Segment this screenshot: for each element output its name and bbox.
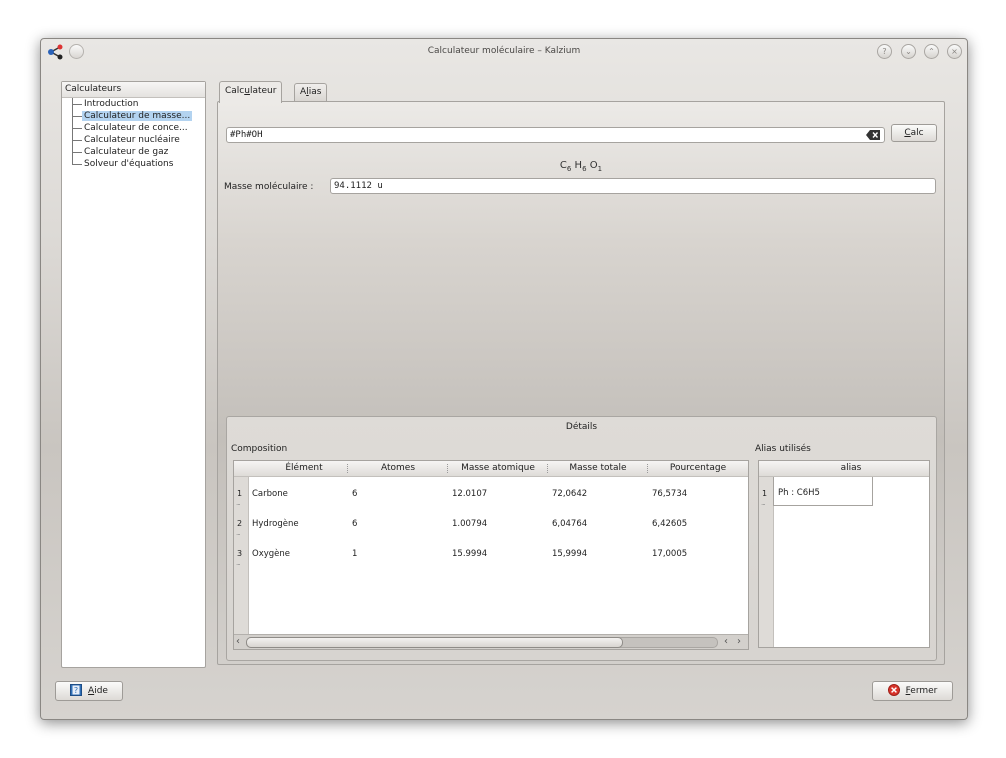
cell-atoms[interactable]: 1 <box>352 549 357 559</box>
formula-display: C6 H6 O1 <box>559 160 603 173</box>
col-element[interactable]: Élément <box>254 461 354 476</box>
scroll-left-icon[interactable]: ‹ <box>236 636 240 647</box>
cell-element[interactable]: Hydrogène <box>252 519 299 529</box>
col-alias[interactable]: alias <box>773 461 929 476</box>
title-bar[interactable]: Calculateur moléculaire – Kalzium ? ⌄ ⌃ … <box>41 39 967 65</box>
cell-total-mass[interactable]: 15,9994 <box>552 549 587 559</box>
cell-atoms[interactable]: 6 <box>352 519 357 529</box>
tree-item-concentration-calculator[interactable]: Calculateur de conce... <box>62 122 205 134</box>
close-icon <box>887 683 900 696</box>
formula-input[interactable]: #Ph#OH <box>226 127 885 143</box>
cell-atomic-mass[interactable]: 12.0107 <box>452 489 487 499</box>
cell-percentage[interactable]: 76,5734 <box>652 489 687 499</box>
row-number[interactable]: 3 <box>237 549 242 558</box>
tree-header: Calculateurs <box>62 82 205 98</box>
calculators-tree[interactable]: Calculateurs Introduction Calculateur de… <box>61 81 206 668</box>
composition-table-header: Élément Atomes Masse atomique Masse tota… <box>234 461 748 477</box>
molecular-mass-field[interactable]: 94.1112 u <box>330 178 936 194</box>
horizontal-scrollbar[interactable]: ‹ ‹ › <box>234 634 748 649</box>
alias-table-header: alias <box>759 461 929 477</box>
calculator-tab-pane: #Ph#OH Calc C6 H6 O1 Masse moléculaire :… <box>217 101 945 665</box>
col-total-mass[interactable]: Masse totale <box>548 461 648 476</box>
close-window-button[interactable]: × <box>947 44 962 59</box>
help-button[interactable]: ? Aide <box>55 681 123 701</box>
col-atoms[interactable]: Atomes <box>348 461 448 476</box>
row-number[interactable]: 1 <box>237 489 242 498</box>
tree-item-mass-calculator[interactable]: Calculateur de masse... <box>62 110 205 122</box>
cell-atomic-mass[interactable]: 15.9994 <box>452 549 487 559</box>
clear-input-icon[interactable] <box>866 130 880 140</box>
details-group: Détails Composition Alias utilisés Éléme… <box>226 416 937 661</box>
aliases-used-label: Alias utilisés <box>755 444 811 454</box>
tree-item-introduction[interactable]: Introduction <box>62 98 205 110</box>
close-button[interactable]: Fermer <box>872 681 953 701</box>
cell-alias[interactable]: Ph : C6H5 <box>778 488 820 498</box>
svg-text:?: ? <box>74 686 78 695</box>
calc-button[interactable]: Calc <box>891 124 937 142</box>
tree-item-equation-solver[interactable]: Solveur d'équations <box>62 158 205 170</box>
help-title-button[interactable]: ? <box>877 44 892 59</box>
col-percentage[interactable]: Pourcentage <box>648 461 748 476</box>
cell-percentage[interactable]: 6,42605 <box>652 519 687 529</box>
cell-element[interactable]: Oxygène <box>252 549 290 559</box>
scroll-left-icon[interactable]: ‹ <box>724 636 728 647</box>
tree-item-nuclear-calculator[interactable]: Calculateur nucléaire <box>62 134 205 146</box>
scrollbar-thumb[interactable] <box>246 637 623 648</box>
cell-total-mass[interactable]: 6,04764 <box>552 519 587 529</box>
maximize-button[interactable]: ⌃ <box>924 44 939 59</box>
tab-calculator[interactable]: Calculateur <box>219 81 283 103</box>
details-title: Détails <box>565 422 598 432</box>
cell-atomic-mass[interactable]: 1.00794 <box>452 519 487 529</box>
cell-element[interactable]: Carbone <box>252 489 288 499</box>
alias-table[interactable]: alias 1 ... Ph : C6H5 <box>758 460 930 648</box>
tree-item-gas-calculator[interactable]: Calculateur de gaz <box>62 146 205 158</box>
main-window: Calculateur moléculaire – Kalzium ? ⌄ ⌃ … <box>40 38 968 720</box>
composition-label: Composition <box>231 444 288 454</box>
col-atomic-mass[interactable]: Masse atomique <box>448 461 548 476</box>
tab-alias[interactable]: Alias <box>294 83 328 101</box>
row-number[interactable]: 2 <box>237 519 242 528</box>
help-book-icon: ? <box>70 683 83 696</box>
cell-atoms[interactable]: 6 <box>352 489 357 499</box>
scroll-right-icon[interactable]: › <box>737 636 741 647</box>
cell-total-mass[interactable]: 72,0642 <box>552 489 587 499</box>
window-title: Calculateur moléculaire – Kalzium <box>427 46 581 56</box>
row-number[interactable]: 1 <box>762 489 767 498</box>
minimize-button[interactable]: ⌄ <box>901 44 916 59</box>
molecular-mass-label: Masse moléculaire : <box>224 182 314 192</box>
composition-table[interactable]: Élément Atomes Masse atomique Masse tota… <box>233 460 749 650</box>
cell-percentage[interactable]: 17,0005 <box>652 549 687 559</box>
